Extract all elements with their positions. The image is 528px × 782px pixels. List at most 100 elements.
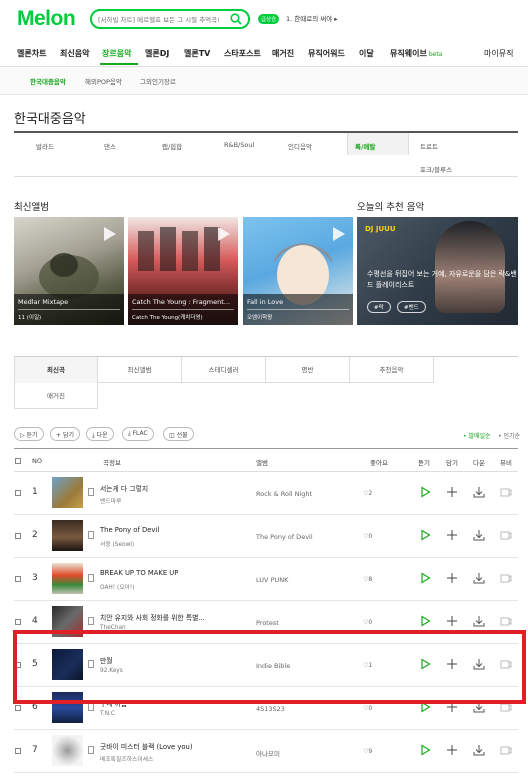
melon-logo[interactable]: Melon (17, 7, 76, 31)
song-info-icon[interactable] (88, 703, 94, 711)
nav-latest[interactable]: 최신음악 (60, 48, 89, 59)
album-artist[interactable]: 11 (이일) (18, 313, 41, 321)
download-icon[interactable] (473, 701, 485, 713)
song-title[interactable]: BREAK UP TO MAKE UP (100, 569, 178, 577)
like-button[interactable]: ♡2 (363, 490, 372, 497)
play-icon[interactable] (419, 658, 431, 670)
play-icon[interactable] (419, 701, 431, 713)
download-icon[interactable] (473, 658, 485, 670)
song-info-icon[interactable] (88, 531, 94, 539)
song-artist[interactable]: 서웅 (Seowl) (100, 539, 134, 548)
like-button[interactable]: ♡0 (363, 705, 372, 712)
tab-magazine[interactable]: 매거진 (14, 383, 98, 409)
listen-button[interactable]: ▷ 듣기 (14, 427, 44, 441)
add-icon[interactable] (446, 572, 458, 584)
row-checkbox[interactable] (15, 662, 21, 668)
row-checkbox[interactable] (15, 576, 21, 582)
add-icon[interactable] (446, 744, 458, 756)
genre-folk[interactable]: 포크/블루스 (420, 164, 452, 174)
download-icon[interactable] (473, 572, 485, 584)
nav-my-music[interactable]: 마이뮤직 (484, 48, 513, 59)
search-input[interactable] (98, 13, 226, 26)
mv-icon[interactable] (500, 615, 512, 627)
mv-icon[interactable] (500, 701, 512, 713)
genre-rock[interactable]: 록/메탈 (355, 141, 375, 151)
add-icon[interactable] (446, 486, 458, 498)
genre-hiphop[interactable]: 랩/힙합 (162, 141, 182, 151)
nav-music-wave[interactable]: 뮤직웨이브 beta (390, 48, 442, 59)
tab-recommend-music[interactable]: 추천음악 (350, 357, 434, 383)
song-artist[interactable]: TheChan (100, 625, 126, 631)
tag-rock[interactable]: #락 (367, 301, 391, 313)
tab-masterpiece[interactable]: 명반 (266, 357, 350, 383)
song-title[interactable]: 서는게 다 그렇지 (100, 483, 148, 493)
nav-melon-chart[interactable]: 멜론차트 (17, 48, 46, 59)
subnav-others[interactable]: 그외인기장르 (140, 76, 176, 86)
album-title[interactable]: Catch The Young : Fragment... (132, 298, 230, 306)
row-checkbox[interactable] (15, 619, 21, 625)
song-title[interactable]: 굿바이 미스터 블랙 (Love you) (100, 741, 193, 751)
tab-latest-songs[interactable]: 최신곡 (14, 357, 98, 383)
album-thumb[interactable] (52, 606, 83, 637)
album-thumb[interactable] (52, 563, 83, 594)
nav-star-post[interactable]: 스타포스트 (224, 48, 261, 59)
album-artist[interactable]: 오엠이학왕 (247, 313, 272, 321)
row-checkbox[interactable] (15, 705, 21, 711)
play-icon[interactable] (333, 227, 345, 241)
genre-trot[interactable]: 트로트 (420, 141, 438, 151)
song-album[interactable]: Protest (256, 619, 279, 627)
recommend-card[interactable]: DJ JUUU 수평선을 뒤집어 보는 거예, 자유로운을 담은 락&밴드 플레… (357, 217, 518, 325)
mv-icon[interactable] (500, 572, 512, 584)
search-box[interactable] (90, 9, 250, 29)
download-icon[interactable] (473, 529, 485, 541)
subnav-korean[interactable]: 한국대중음악 (30, 76, 66, 86)
song-title[interactable]: The Pony of Devil (100, 526, 159, 534)
play-icon[interactable] (419, 744, 431, 756)
subnav-pop[interactable]: 해외POP음악 (85, 76, 122, 86)
song-info-icon[interactable] (88, 660, 94, 668)
genre-indie[interactable]: 인디음악 (288, 141, 312, 151)
nav-music-awards[interactable]: 뮤직어워드 (308, 48, 345, 59)
add-icon[interactable] (446, 615, 458, 627)
song-title[interactable]: 만월 (100, 655, 113, 665)
mv-icon[interactable] (500, 529, 512, 541)
add-icon[interactable] (446, 701, 458, 713)
row-checkbox[interactable] (15, 748, 21, 754)
song-info-icon[interactable] (88, 617, 94, 625)
album-card[interactable]: Fall in Love 오엠이학왕 (243, 217, 353, 325)
like-button[interactable]: ♡9 (363, 748, 372, 755)
tab-latest-albums[interactable]: 최신앨범 (98, 357, 182, 383)
song-album[interactable]: Indie Bible (256, 662, 290, 670)
recommend-text[interactable]: 수평선을 뒤집어 보는 거예, 자유로운을 담은 락&밴드 플레이리스트 (367, 269, 517, 291)
download-icon[interactable] (473, 486, 485, 498)
play-icon[interactable] (419, 615, 431, 627)
song-title[interactable]: 치안 유지와 사회 정화를 위한 특별... (100, 612, 205, 622)
row-checkbox[interactable] (15, 533, 21, 539)
genre-dance[interactable]: 댄스 (104, 141, 116, 151)
album-card[interactable]: Medlar Mixtape 11 (이일) (14, 217, 124, 325)
album-title[interactable]: Fall in Love (247, 298, 283, 306)
song-artist[interactable]: T.N.C (100, 711, 115, 717)
like-button[interactable]: ♡8 (363, 576, 372, 583)
add-icon[interactable] (446, 529, 458, 541)
song-album[interactable]: Rock & Roll Night (256, 490, 312, 498)
album-card[interactable]: Catch The Young : Fragment... Catch The … (128, 217, 238, 325)
download-button[interactable]: ⤓ 다운 (86, 427, 114, 441)
album-thumb[interactable] (52, 477, 83, 508)
play-icon[interactable] (419, 572, 431, 584)
song-artist[interactable]: 메조특필즈하스이세스 (100, 754, 153, 763)
album-thumb[interactable] (52, 692, 83, 723)
like-button[interactable]: ♡1 (363, 662, 372, 669)
song-info-icon[interactable] (88, 746, 94, 754)
album-thumb[interactable] (52, 520, 83, 551)
search-icon[interactable] (230, 13, 242, 25)
genre-rnb[interactable]: R&B/Soul (224, 141, 254, 149)
song-album[interactable]: 아나모미 (256, 748, 280, 758)
song-album[interactable]: LUV PUNK (256, 576, 288, 584)
flac-button[interactable]: ⤓ FLAC (122, 427, 154, 441)
song-info-icon[interactable] (88, 574, 94, 582)
play-icon[interactable] (419, 529, 431, 541)
album-thumb[interactable] (52, 735, 83, 766)
nav-melon-tv[interactable]: 멜론TV (184, 48, 210, 59)
download-icon[interactable] (473, 615, 485, 627)
